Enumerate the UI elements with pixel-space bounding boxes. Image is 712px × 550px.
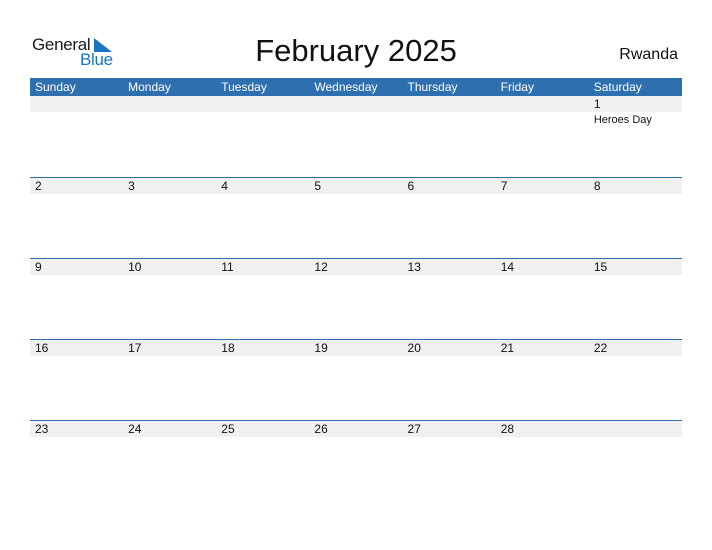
day-cell: 14 — [496, 259, 589, 340]
day-cell: 27 — [403, 421, 496, 502]
day-cell — [309, 96, 402, 177]
day-cell: 9 — [30, 259, 123, 340]
day-number: 26 — [314, 422, 328, 436]
day-cell: 4 — [216, 178, 309, 259]
weekday-sunday: Sunday — [35, 80, 76, 94]
day-number: 8 — [593, 179, 601, 193]
day-cell: 26 — [309, 421, 402, 502]
day-cell: 1 Heroes Day — [589, 96, 682, 177]
day-cell: 7 — [496, 178, 589, 259]
day-number: 18 — [221, 341, 235, 355]
day-cell: 12 — [309, 259, 402, 340]
day-number: 3 — [128, 179, 135, 193]
day-number: 28 — [500, 422, 515, 436]
day-cell: 20 — [403, 340, 496, 421]
day-cell — [403, 96, 496, 177]
day-cell — [496, 96, 589, 177]
day-cell: 11 — [216, 259, 309, 340]
weekday-wednesday: Wednesday — [314, 80, 378, 94]
day-cell — [216, 96, 309, 177]
day-cell: 15 — [589, 259, 682, 340]
day-cell: 6 — [403, 178, 496, 259]
day-cell: 24 — [123, 421, 216, 502]
day-number: 17 — [128, 341, 142, 355]
day-number: 25 — [221, 422, 235, 436]
day-number: 23 — [35, 422, 49, 436]
day-cell: 19 — [309, 340, 402, 421]
country-label: Rwanda — [619, 46, 678, 63]
week-row: 2 3 4 5 6 7 8 — [30, 177, 682, 258]
day-cell: 25 — [216, 421, 309, 502]
day-number: 10 — [128, 260, 142, 274]
day-cell: 28 — [496, 421, 589, 502]
holiday-label: Heroes Day — [593, 114, 652, 126]
day-number: 11 — [221, 260, 234, 274]
weekday-thursday: Thursday — [407, 80, 458, 94]
day-cell: 2 — [30, 178, 123, 259]
day-cell: 8 — [589, 178, 682, 259]
day-number: 15 — [593, 260, 608, 274]
day-cell — [30, 96, 123, 177]
weekday-tuesday: Tuesday — [221, 80, 267, 94]
day-number: 7 — [500, 179, 508, 193]
weekday-saturday: Saturday — [593, 80, 642, 94]
day-number: 27 — [407, 422, 421, 436]
day-number: 9 — [35, 260, 42, 274]
day-cell: 16 — [30, 340, 123, 421]
week-row: 23 24 25 26 27 28 — [30, 420, 682, 501]
day-number: 4 — [221, 179, 228, 193]
day-cell: 10 — [123, 259, 216, 340]
day-cell: 21 — [496, 340, 589, 421]
day-number: 5 — [314, 179, 322, 193]
day-number: 16 — [35, 341, 49, 355]
weekday-monday: Monday — [128, 80, 171, 94]
day-number: 21 — [500, 341, 515, 355]
day-cell — [589, 421, 682, 502]
day-cell: 18 — [216, 340, 309, 421]
day-cell: 5 — [309, 178, 402, 259]
weekday-header: Sunday Monday Tuesday Wednesday Thursday… — [30, 78, 682, 96]
day-number: 1 — [593, 97, 601, 111]
day-number: 6 — [407, 179, 415, 193]
day-number: 20 — [407, 341, 421, 355]
day-cell: 3 — [123, 178, 216, 259]
day-cell: 22 — [589, 340, 682, 421]
day-number: 12 — [314, 260, 328, 274]
calendar-title: February 2025 — [255, 33, 457, 68]
day-number: 24 — [128, 422, 142, 436]
day-cell — [123, 96, 216, 177]
day-cell: 13 — [403, 259, 496, 340]
day-number: 13 — [407, 260, 421, 274]
week-row: 16 17 18 19 20 21 22 — [30, 339, 682, 420]
day-number: 14 — [500, 260, 515, 274]
day-number: 22 — [593, 341, 608, 355]
week-row: 1 Heroes Day — [30, 96, 682, 177]
day-number: 19 — [314, 341, 328, 355]
day-number: 2 — [35, 179, 42, 193]
weekday-friday: Friday — [500, 80, 534, 94]
week-row: 9 10 11 12 13 14 15 — [30, 258, 682, 339]
day-cell: 23 — [30, 421, 123, 502]
day-cell: 17 — [123, 340, 216, 421]
